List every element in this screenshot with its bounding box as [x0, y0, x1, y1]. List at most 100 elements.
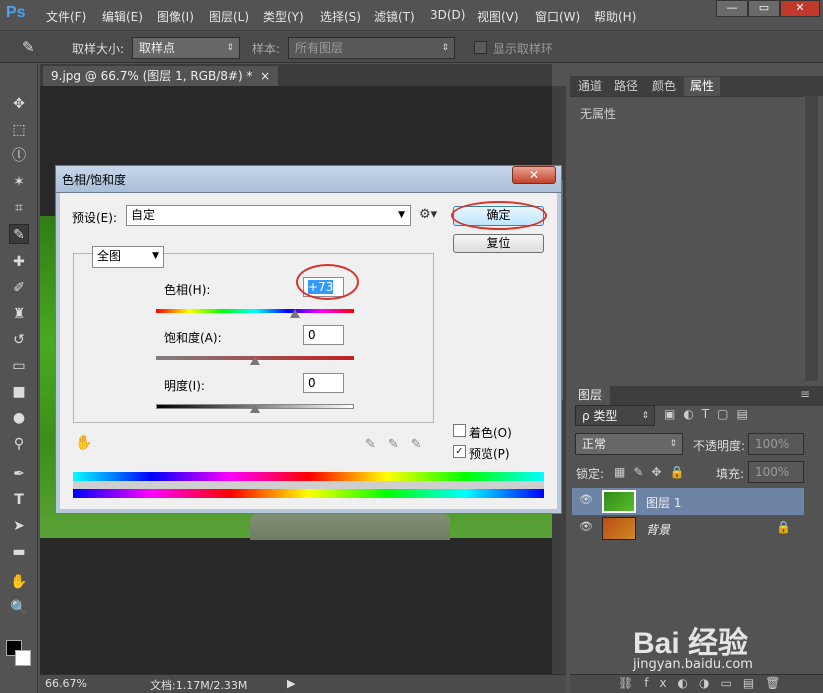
- saturation-input[interactable]: 0: [303, 325, 344, 345]
- preview-checkbox[interactable]: ✓: [453, 445, 466, 458]
- eyedropper-icons[interactable]: ✎✎✎: [365, 437, 434, 452]
- menu-item[interactable]: 类型(Y): [263, 8, 304, 25]
- highlight-ellipse-ok: [451, 201, 547, 230]
- panel-menu-icon[interactable]: ≡: [800, 387, 810, 401]
- path-selection-tool-icon[interactable]: ➤: [9, 516, 29, 536]
- select-arrows-icon: ⇕: [441, 43, 449, 53]
- hand-tool-icon[interactable]: ✋: [9, 572, 29, 592]
- document-tab[interactable]: 9.jpg @ 66.7% (图层 1, RGB/8#) * ×: [43, 66, 279, 86]
- hue-slider-knob[interactable]: [289, 309, 300, 318]
- lightness-input[interactable]: 0: [303, 373, 344, 393]
- close-tab-icon[interactable]: ×: [260, 69, 270, 83]
- lock-icon: 🔒: [776, 520, 791, 534]
- channel-select[interactable]: 全图 ▼: [92, 246, 164, 268]
- opacity-input[interactable]: 100%: [748, 433, 804, 455]
- eraser-tool-icon[interactable]: ▭: [9, 356, 29, 376]
- menu-item[interactable]: 帮助(H): [594, 8, 636, 25]
- gear-icon[interactable]: ⚙▾: [419, 207, 437, 222]
- sample-value: 所有图层: [295, 41, 344, 55]
- crop-tool-icon[interactable]: ⌗: [9, 198, 29, 218]
- layer-row[interactable]: 👁 背景 🔒: [572, 515, 804, 542]
- layer-row[interactable]: 👁 图层 1: [572, 488, 804, 515]
- dodge-tool-icon[interactable]: ⚲: [9, 434, 29, 454]
- panel-tab[interactable]: 通道: [572, 77, 608, 97]
- restore-button[interactable]: ▭: [748, 0, 780, 17]
- marquee-tool-icon[interactable]: ⬚: [9, 120, 29, 140]
- menu-item[interactable]: 视图(V): [477, 8, 519, 25]
- saturation-slider-knob[interactable]: [250, 356, 260, 365]
- sample-select[interactable]: 所有图层 ⇕: [288, 37, 455, 59]
- layer-name[interactable]: 背景: [646, 521, 670, 538]
- visibility-eye-icon[interactable]: 👁: [578, 493, 594, 509]
- tab-layers[interactable]: 图层: [570, 386, 611, 406]
- close-window-button[interactable]: ✕: [780, 0, 820, 17]
- minimize-button[interactable]: —: [716, 0, 748, 17]
- properties-scrollbar[interactable]: [805, 96, 818, 381]
- blur-tool-icon[interactable]: ●: [9, 408, 29, 428]
- saturation-value: 0: [308, 328, 316, 342]
- layers-panel-header: 图层 ≡: [570, 386, 823, 406]
- gradient-tool-icon[interactable]: ■: [9, 382, 29, 402]
- menu-item[interactable]: 文件(F): [46, 8, 86, 25]
- blend-mode-select[interactable]: 正常 ⇕: [575, 433, 683, 455]
- menu-item[interactable]: 滤镜(T): [374, 8, 415, 25]
- show-ring-checkbox[interactable]: [474, 41, 487, 54]
- type-tool-icon[interactable]: T: [9, 490, 29, 510]
- zoom-tool-icon[interactable]: 🔍: [9, 598, 29, 618]
- eyedropper-tool-icon[interactable]: ✎: [22, 38, 35, 56]
- healing-brush-tool-icon[interactable]: ✚: [9, 252, 29, 272]
- hand-adjust-icon[interactable]: ✋: [75, 435, 92, 451]
- fill-value: 100%: [755, 465, 790, 479]
- magic-wand-tool-icon[interactable]: ✶: [9, 172, 29, 192]
- panel-tab[interactable]: 属性: [684, 77, 721, 97]
- sample-size-label: 取样大小:: [72, 42, 125, 56]
- show-ring-label: 显示取样环: [493, 42, 554, 56]
- layer-name[interactable]: 图层 1: [646, 494, 681, 511]
- menu-item[interactable]: 窗口(W): [535, 8, 580, 25]
- colorize-label: 着色(O): [469, 426, 512, 440]
- lightness-label: 明度(I):: [164, 379, 205, 393]
- menu-item[interactable]: 图层(L): [209, 8, 249, 25]
- layer-filter-kind[interactable]: ρ 类型 ⇕: [575, 405, 655, 426]
- clone-stamp-tool-icon[interactable]: ♜: [9, 304, 29, 324]
- colorize-checkbox[interactable]: [453, 424, 466, 437]
- watermark-brand: Bai 经验: [633, 627, 749, 660]
- dialog-close-button[interactable]: ✕: [512, 166, 556, 184]
- panel-tab[interactable]: 颜色: [646, 77, 682, 97]
- eyedropper-tool-icon[interactable]: ✎: [9, 224, 29, 244]
- photoshop-logo: Ps: [6, 4, 26, 21]
- lasso-tool-icon[interactable]: ⓛ: [9, 146, 29, 166]
- brush-tool-icon[interactable]: ✐: [9, 278, 29, 298]
- zoom-level[interactable]: 66.67%: [45, 677, 87, 690]
- history-brush-tool-icon[interactable]: ↺: [9, 330, 29, 350]
- doc-info: 文档:1.17M/2.33M: [150, 679, 248, 692]
- no-properties-text: 无属性: [580, 107, 617, 121]
- move-tool-icon[interactable]: ✥: [9, 94, 29, 114]
- status-menu-arrow-icon[interactable]: ▶: [287, 677, 295, 690]
- lock-icons[interactable]: ▦✎✥🔒: [614, 465, 692, 479]
- background-color-swatch[interactable]: [15, 650, 31, 666]
- reset-button[interactable]: 复位: [453, 234, 544, 253]
- menu-item[interactable]: 3D(D): [430, 8, 465, 22]
- menu-item[interactable]: 编辑(E): [102, 8, 143, 25]
- pen-tool-icon[interactable]: ✒: [9, 464, 29, 484]
- chevron-down-icon: ▼: [398, 210, 405, 220]
- panel-tab[interactable]: 路径: [608, 77, 644, 97]
- highlight-ellipse-hue: [296, 264, 359, 300]
- menu-item[interactable]: 图像(I): [157, 8, 194, 25]
- layer-thumbnail: [602, 490, 636, 513]
- preset-select[interactable]: 自定 ▼: [126, 205, 411, 226]
- shape-tool-icon[interactable]: ▬: [9, 542, 29, 562]
- saturation-label: 饱和度(A):: [164, 331, 222, 345]
- lightness-slider-knob[interactable]: [250, 404, 260, 413]
- fill-input[interactable]: 100%: [748, 461, 804, 483]
- visibility-eye-icon[interactable]: 👁: [578, 520, 594, 536]
- dialog-titlebar[interactable]: [55, 165, 562, 193]
- select-arrows-icon: ⇕: [669, 439, 677, 449]
- layer-filter-icons[interactable]: ▣◐T▢▤: [664, 407, 756, 421]
- fill-label: 填充:: [716, 467, 745, 481]
- hue-slider-track[interactable]: [156, 309, 354, 313]
- menu-item[interactable]: 选择(S): [320, 8, 361, 25]
- layer-footer-icons[interactable]: ⛓fx◐◑▭▤🗑: [618, 676, 791, 690]
- sample-size-select[interactable]: 取样点 ⇕: [132, 37, 240, 59]
